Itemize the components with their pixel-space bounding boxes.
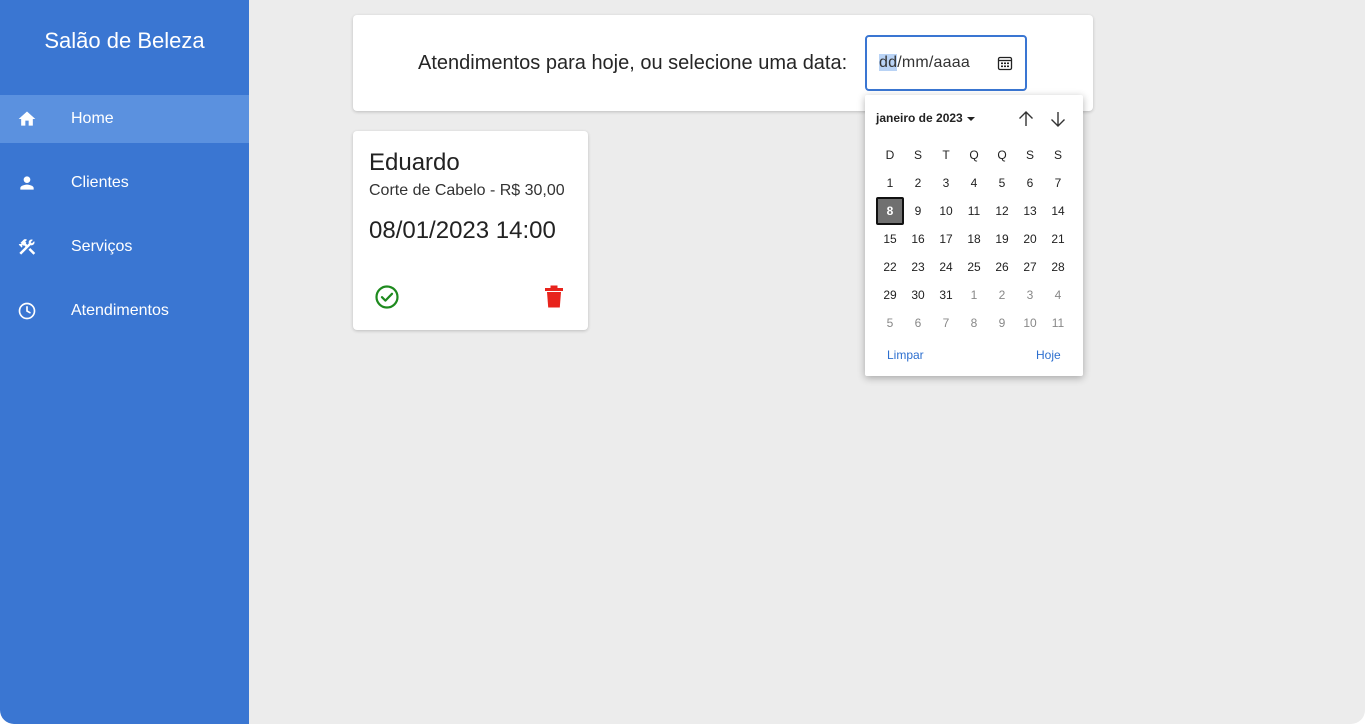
calendar-day[interactable]: 22 — [876, 253, 904, 281]
app-title: Salão de Beleza — [44, 28, 205, 53]
date-filter-label: Atendimentos para hoje, ou selecione uma… — [418, 52, 848, 74]
calendar-day[interactable]: 14 — [1044, 197, 1072, 225]
calendar-day[interactable]: 5 — [988, 169, 1016, 197]
app-window: Salão de Beleza Home Clientes Serviços A… — [0, 0, 1365, 724]
weekday-label: S — [1025, 148, 1034, 162]
calendar-day[interactable]: 27 — [1016, 253, 1044, 281]
calendar-day[interactable]: 1 — [876, 169, 904, 197]
datepicker-popup: janeiro de 2023 DSTQQSS 1 2 3 4 5 6 7 8 9 10 11 12 1… — [865, 95, 1083, 376]
home-icon — [17, 109, 37, 129]
calendar-day[interactable]: 13 — [1016, 197, 1044, 225]
calendar-icon[interactable] — [997, 55, 1013, 71]
calendar-day[interactable]: 26 — [988, 253, 1016, 281]
previous-month-arrow-icon[interactable] — [1015, 108, 1037, 130]
calendar-week-row: 22 23 24 25 26 27 28 — [876, 253, 1072, 281]
calendar-day[interactable]: 2 — [988, 281, 1016, 309]
calendar-day[interactable]: 24 — [932, 253, 960, 281]
calendar-day[interactable]: 10 — [932, 197, 960, 225]
calendar-week-row: 1234567 — [876, 169, 1072, 197]
calendar-day[interactable]: 3 — [932, 169, 960, 197]
sidebar-item-label: Atendimentos — [71, 302, 169, 319]
calendar-day[interactable]: 9 — [988, 309, 1016, 337]
weekday-label: T — [942, 148, 950, 162]
calendar-day[interactable]: 11 — [1044, 309, 1072, 337]
sidebar-item-clientes[interactable]: Clientes — [0, 159, 249, 207]
sidebar-item-servicos[interactable]: Serviços — [0, 223, 249, 271]
weekday-label: Q — [969, 148, 979, 162]
calendar-day[interactable]: 30 — [904, 281, 932, 309]
appointment-service: Corte de Cabelo - R$ 30,00 — [369, 182, 565, 199]
appointment-datetime: 08/01/2023 14:00 — [369, 217, 556, 244]
next-month-arrow-icon[interactable] — [1047, 108, 1069, 130]
calendar-day[interactable]: 9 — [904, 197, 932, 225]
calendar-day[interactable]: 23 — [904, 253, 932, 281]
caret-down-icon — [966, 116, 975, 121]
month-year-label: janeiro de 2023 — [876, 111, 963, 125]
calendar-day[interactable]: 19 — [988, 225, 1016, 253]
date-input-value: dd/mm/aaaa — [879, 54, 970, 72]
date-input-rest: /mm/aaaa — [897, 54, 970, 71]
clock-icon — [17, 301, 37, 321]
calendar-day[interactable]: 15 — [876, 225, 904, 253]
weekday-label: D — [885, 148, 895, 162]
calendar-day[interactable]: 10 — [1016, 309, 1044, 337]
weekday-header: DSTQQSS — [876, 141, 1072, 169]
calendar-day[interactable]: 1 — [960, 281, 988, 309]
calendar-day[interactable]: 31 — [932, 281, 960, 309]
calendar-day[interactable]: 4 — [1044, 281, 1072, 309]
calendar-day-selected[interactable]: 8 — [876, 197, 904, 225]
tools-icon — [17, 237, 37, 257]
sidebar-item-label: Serviços — [71, 238, 133, 255]
calendar-week-row: 15 16 17 18 19 20 21 — [876, 225, 1072, 253]
calendar-day[interactable]: 25 — [960, 253, 988, 281]
calendar-day[interactable]: 11 — [960, 197, 988, 225]
appointment-card: Eduardo Corte de Cabelo - R$ 30,00 08/01… — [353, 131, 588, 330]
calendar-day[interactable]: 6 — [1016, 169, 1044, 197]
calendar-day[interactable]: 7 — [932, 309, 960, 337]
calendar-day[interactable]: 17 — [932, 225, 960, 253]
trash-icon[interactable] — [542, 284, 566, 310]
calendar-day[interactable]: 4 — [960, 169, 988, 197]
date-input-day-segment[interactable]: dd — [879, 54, 898, 71]
sidebar: Salão de Beleza Home Clientes Serviços A… — [0, 0, 249, 724]
calendar-day[interactable]: 8 — [960, 309, 988, 337]
sidebar-item-atendimentos[interactable]: Atendimentos — [0, 287, 249, 335]
sidebar-nav: Home Clientes Serviços Atendimentos — [0, 95, 249, 351]
calendar-day[interactable]: 28 — [1044, 253, 1072, 281]
calendar-day[interactable]: 3 — [1016, 281, 1044, 309]
calendar-day[interactable]: 6 — [904, 309, 932, 337]
weekday-label: S — [913, 148, 922, 162]
calendar-week-row: 5 6 7 8 9 10 11 — [876, 309, 1072, 337]
calendar-week-row: 29 30 31 1 2 3 4 — [876, 281, 1072, 309]
person-icon — [17, 173, 37, 193]
check-circle-icon[interactable] — [374, 284, 400, 310]
calendar-day[interactable]: 2 — [904, 169, 932, 197]
calendar-day[interactable]: 20 — [1016, 225, 1044, 253]
date-input[interactable]: dd/mm/aaaa — [865, 35, 1027, 91]
calendar-week-row: 8 9 10 11 12 13 14 — [876, 197, 1072, 225]
sidebar-item-label: Clientes — [71, 174, 129, 191]
month-year-selector[interactable]: janeiro de 2023 — [876, 111, 975, 125]
weekday-label: Q — [997, 148, 1007, 162]
calendar-day[interactable]: 12 — [988, 197, 1016, 225]
calendar-day[interactable]: 21 — [1044, 225, 1072, 253]
calendar-day[interactable]: 7 — [1044, 169, 1072, 197]
calendar-day[interactable]: 18 — [960, 225, 988, 253]
weekday-label: S — [1053, 148, 1062, 162]
clear-button[interactable]: Limpar — [887, 348, 924, 362]
sidebar-item-label: Home — [71, 110, 114, 127]
calendar-day[interactable]: 5 — [876, 309, 904, 337]
calendar-day[interactable]: 29 — [876, 281, 904, 309]
appointment-client: Eduardo — [369, 149, 460, 176]
calendar-day[interactable]: 16 — [904, 225, 932, 253]
today-button[interactable]: Hoje — [1036, 348, 1061, 362]
sidebar-item-home[interactable]: Home — [0, 95, 249, 143]
